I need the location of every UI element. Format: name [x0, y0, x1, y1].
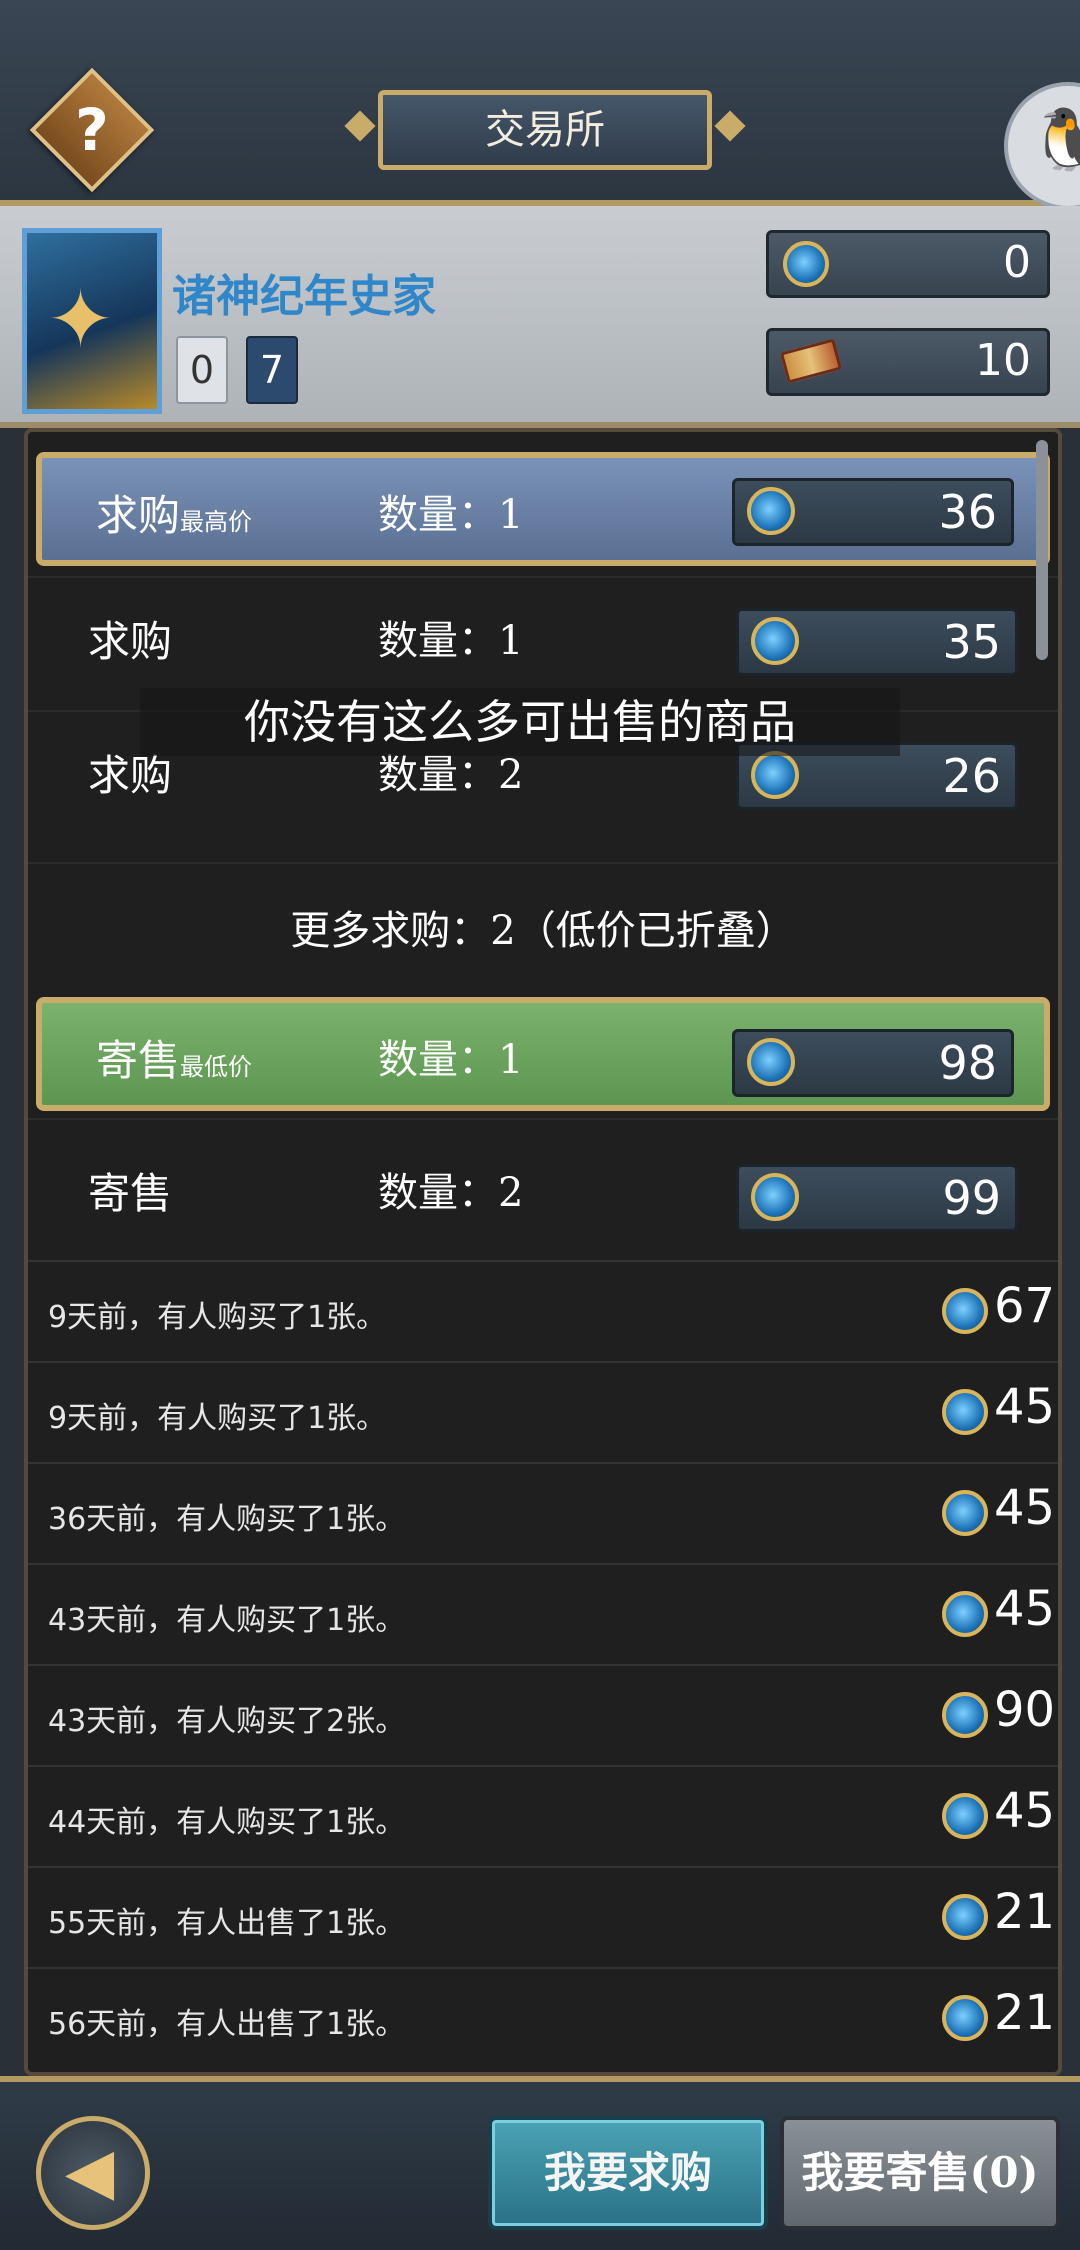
order-type-label: 寄售最低价 — [96, 1036, 253, 1085]
gem-icon — [942, 1692, 988, 1738]
order-sub-label: 最高价 — [180, 508, 253, 536]
card-name: 诸神纪年史家 — [172, 271, 436, 322]
order-quantity: 数量：1 — [378, 1037, 524, 1083]
order-type-label: 寄售 — [88, 1169, 173, 1218]
back-arrow-icon: ◀ — [65, 2135, 115, 2209]
history-text: 9天前，有人购买了1张。 — [48, 1401, 387, 1436]
gem-icon — [942, 1894, 988, 1940]
gem-icon — [747, 1038, 795, 1086]
gem-icon — [747, 487, 795, 535]
gem-icon — [942, 1995, 988, 2041]
gem-icon — [942, 1591, 988, 1637]
trade-history-row: 36天前，有人购买了1张。 45 — [28, 1462, 1058, 1565]
penguin-icon: 🐧 — [1028, 105, 1080, 175]
gem-balance: 0 — [766, 230, 1050, 298]
gem-icon — [783, 241, 829, 287]
place-buy-order-button[interactable]: 我要求购 — [488, 2116, 768, 2230]
order-type-label: 求购 — [88, 617, 173, 666]
order-price-value: 35 — [942, 615, 1001, 669]
history-text: 44天前，有人购买了1张。 — [48, 1805, 406, 1840]
history-price: 45 — [994, 1581, 1056, 1637]
owned-count-badge: 0 — [176, 336, 228, 404]
order-price: 36 — [732, 478, 1014, 546]
place-sell-order-button[interactable]: 我要寄售(0) — [780, 2116, 1060, 2230]
trade-history-row: 43天前，有人购买了1张。 45 — [28, 1563, 1058, 1666]
trade-history-row: 56天前，有人出售了1张。 21 — [28, 1967, 1058, 2070]
ticket-balance: 10 — [766, 328, 1050, 396]
gem-icon — [942, 1793, 988, 1839]
help-button[interactable]: ? — [29, 67, 155, 193]
page-title: 交易所 — [378, 90, 712, 170]
trade-history-row: 9天前，有人购买了1张。 67 — [28, 1260, 1058, 1363]
history-price: 90 — [994, 1682, 1056, 1738]
toast-message: 你没有这么多可出售的商品 — [140, 688, 900, 756]
order-price: 98 — [732, 1029, 1014, 1097]
gem-balance-value: 0 — [1003, 237, 1031, 288]
trade-history-row: 9天前，有人购买了1张。 45 — [28, 1361, 1058, 1464]
order-price: 99 — [736, 1164, 1018, 1232]
history-text: 43天前，有人购买了2张。 — [48, 1704, 406, 1739]
order-price: 35 — [736, 608, 1018, 676]
player-card: ✦ 诸神纪年史家 0 7 0 10 — [0, 206, 1080, 428]
order-price-value: 36 — [938, 485, 997, 539]
ticket-icon — [779, 338, 843, 384]
more-buy-orders-toggle[interactable]: 更多求购：2（低价已折叠） — [28, 862, 1058, 998]
order-price-value: 26 — [942, 749, 1001, 803]
card-avatar[interactable]: ✦ — [22, 228, 162, 414]
buy-order-top[interactable]: 求购最高价 数量：1 36 — [36, 452, 1050, 566]
order-book-panel[interactable]: 求购最高价 数量：1 36 求购 数量：1 35 求购 数量：2 26 更多求购… — [24, 428, 1062, 2076]
gem-icon — [942, 1389, 988, 1435]
top-bar: ? 交易所 🐧 — [0, 0, 1080, 210]
history-text: 56天前，有人出售了1张。 — [48, 2007, 406, 2042]
sell-order-top[interactable]: 寄售最低价 数量：1 98 — [36, 997, 1050, 1111]
history-text: 43天前，有人购买了1张。 — [48, 1603, 406, 1638]
history-price: 21 — [994, 1884, 1056, 1940]
bottom-bar: ◀ 我要求购 我要寄售(0) — [0, 2076, 1080, 2250]
order-quantity: 数量：1 — [378, 618, 524, 664]
question-icon: ? — [75, 96, 109, 164]
history-text: 9天前，有人购买了1张。 — [48, 1300, 387, 1335]
gem-icon — [942, 1490, 988, 1536]
gem-icon — [751, 617, 799, 665]
trade-history-row: 43天前，有人购买了2张。 90 — [28, 1664, 1058, 1767]
sell-order-row[interactable]: 寄售 数量：2 99 — [28, 1118, 1058, 1254]
qq-share-button[interactable]: 🐧 — [1004, 82, 1080, 210]
order-price-value: 99 — [942, 1171, 1001, 1225]
gem-icon — [751, 1173, 799, 1221]
order-price-value: 98 — [938, 1036, 997, 1090]
order-quantity: 数量：2 — [378, 1170, 524, 1216]
history-text: 36天前，有人购买了1张。 — [48, 1502, 406, 1537]
back-button[interactable]: ◀ — [36, 2116, 150, 2230]
history-text: 55天前，有人出售了1张。 — [48, 1906, 406, 1941]
history-price: 45 — [994, 1783, 1056, 1839]
trade-history-row: 55天前，有人出售了1张。 21 — [28, 1866, 1058, 1969]
history-price: 67 — [994, 1278, 1056, 1334]
goddess-icon: ✦ — [47, 273, 115, 366]
history-price: 45 — [994, 1480, 1056, 1536]
panel-scrollbar[interactable] — [1036, 440, 1048, 660]
level-badge: 7 — [246, 336, 298, 404]
history-price: 21 — [994, 1985, 1056, 2041]
order-type-label: 求购最高价 — [96, 491, 253, 540]
order-quantity: 数量：1 — [378, 492, 524, 538]
ticket-balance-value: 10 — [975, 335, 1031, 386]
trade-history-row: 44天前，有人购买了1张。 45 — [28, 1765, 1058, 1868]
history-price: 45 — [994, 1379, 1056, 1435]
gem-icon — [751, 751, 799, 799]
gem-icon — [942, 1288, 988, 1334]
order-sub-label: 最低价 — [180, 1053, 253, 1081]
